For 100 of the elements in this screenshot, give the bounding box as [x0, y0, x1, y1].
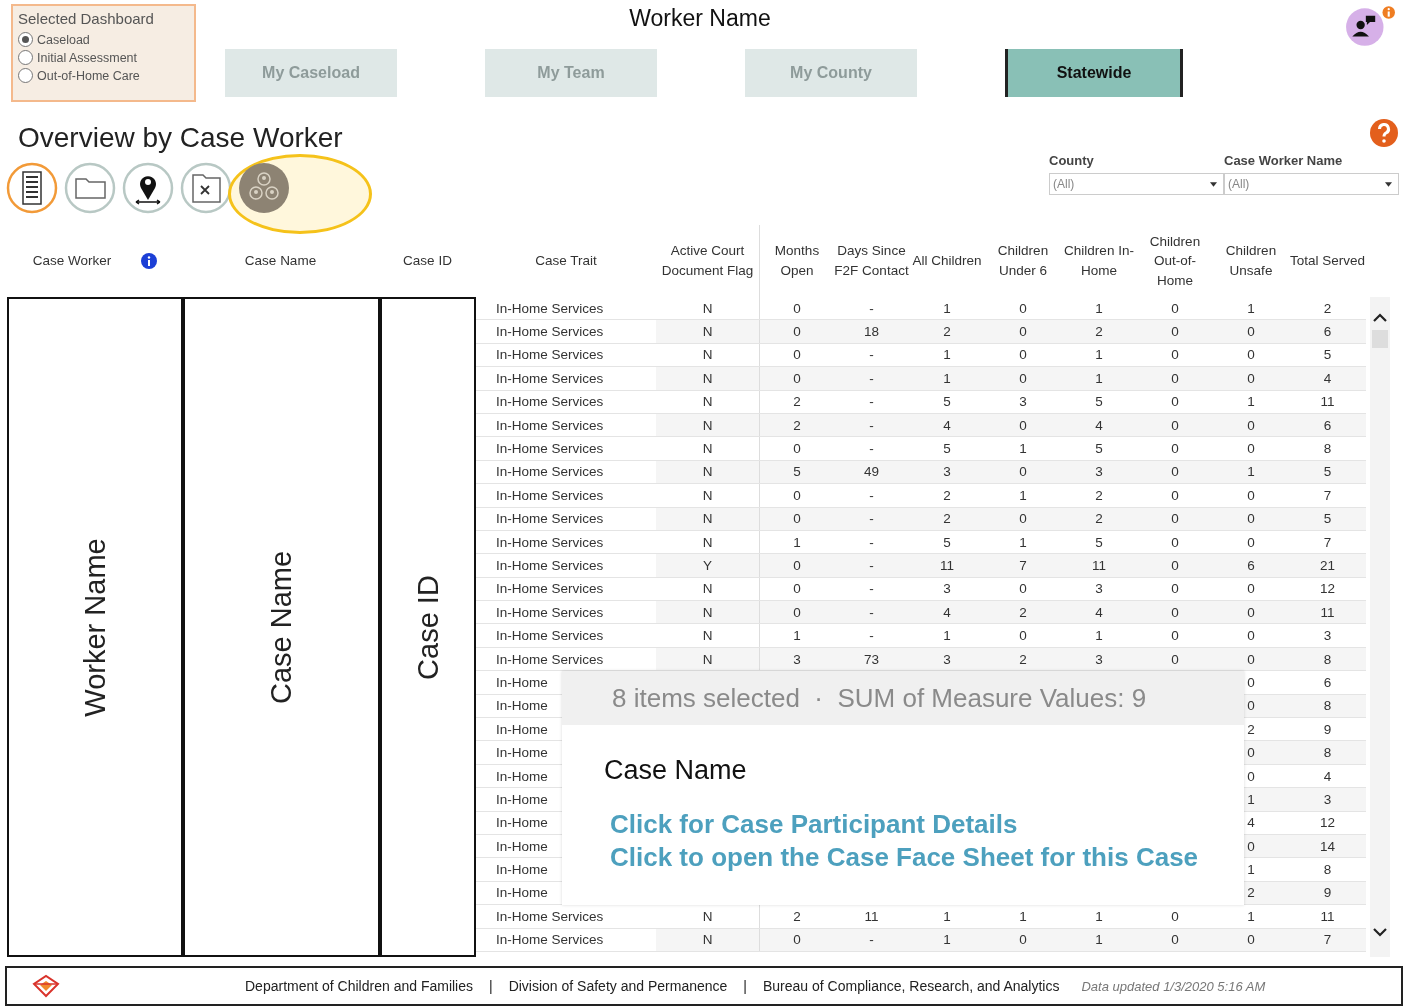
scope-button[interactable]: My Caseload [225, 49, 397, 97]
table-cell: 3 [1095, 581, 1103, 597]
page-title: Overview by Case Worker [18, 122, 344, 155]
column-header: Days Since F2F Contact [834, 242, 909, 280]
scroll-down-icon[interactable] [1373, 928, 1387, 937]
table-cell: 1 [1247, 300, 1255, 316]
table-cell: N [702, 347, 713, 363]
table-cell: 0 [1019, 511, 1027, 527]
table-cell: 0 [1019, 464, 1027, 480]
scope-button[interactable]: My County [745, 49, 917, 97]
radio-button[interactable] [18, 68, 33, 83]
table-cell: 2 [943, 324, 951, 340]
table-cell: In-Home [496, 721, 548, 737]
table-cell: 0 [1171, 370, 1179, 386]
table-cell: 4 [1095, 604, 1103, 620]
table-cell: In-Home Services [496, 464, 604, 480]
table-cell: 0 [1171, 417, 1179, 433]
table-cell: 0 [1247, 534, 1255, 550]
table-cell: - [869, 370, 874, 386]
table-cell: 0 [1171, 300, 1179, 316]
radio-label[interactable]: Out-of-Home Care [37, 68, 140, 83]
table-cell: 0 [1171, 628, 1179, 644]
radio-label[interactable]: Initial Assessment [37, 50, 138, 65]
scope-button[interactable]: My Team [485, 49, 657, 97]
table-cell: N [702, 628, 713, 644]
table-cell: In-Home Services [496, 394, 604, 410]
scope-button[interactable]: Statewide [1005, 49, 1183, 97]
table-cell: 8 [1323, 441, 1332, 457]
merged-cell-text: Case Name [265, 550, 298, 704]
user-chat-icon[interactable] [1344, 4, 1396, 46]
table-cell: 21 [1320, 558, 1335, 573]
table-cell: 6 [1323, 417, 1332, 433]
people-icon[interactable] [238, 162, 290, 214]
table-cell: 0 [1171, 487, 1179, 503]
filter-dropdown[interactable]: (All) [1224, 173, 1399, 195]
table-cell: - [869, 558, 874, 573]
table-cell: 0 [1019, 417, 1027, 433]
scroll-up-icon[interactable] [1373, 313, 1387, 322]
radio-label[interactable]: Caseload [37, 32, 90, 47]
table-cell: 0 [1247, 370, 1255, 386]
table-cell: 2 [793, 394, 801, 410]
table-cell: 0 [793, 441, 801, 457]
table-cell: Y [703, 558, 712, 573]
table-cell: N [702, 464, 713, 480]
table-cell: 5 [1095, 534, 1103, 550]
merged-cell-text: Worker Name [78, 537, 112, 717]
caret-icon [1385, 181, 1392, 187]
table-cell: 0 [1171, 347, 1179, 363]
column-header: Children Under 6 [996, 242, 1050, 280]
table-cell: In-Home Services [496, 604, 604, 620]
table-cell: 1 [1019, 908, 1027, 924]
table-cell: - [869, 394, 874, 410]
table-cell: In-Home Services [496, 581, 604, 597]
table-cell: - [869, 534, 874, 550]
radio-button[interactable] [18, 50, 33, 65]
tooltip-link[interactable]: Click for Case Participant Details [610, 808, 1018, 841]
footer-separator: | [743, 978, 747, 994]
table-cell: 12 [1320, 581, 1335, 597]
table-cell: 6 [1323, 324, 1332, 340]
document-list-icon[interactable] [6, 162, 58, 214]
table-cell: 2 [943, 487, 951, 503]
scrollbar[interactable] [1370, 297, 1390, 957]
map-pin-icon[interactable] [122, 162, 174, 214]
table-cell: 0 [1171, 932, 1179, 948]
table-cell: 0 [1019, 581, 1027, 597]
info-icon[interactable] [141, 253, 158, 269]
column-header: Total Served [1289, 252, 1365, 271]
table-cell: In-Home [496, 698, 548, 714]
worker-name: Worker Name [629, 5, 771, 32]
folder-x-icon[interactable] [180, 162, 232, 214]
table-cell: 9 [1323, 885, 1332, 901]
table-cell: 5 [1095, 394, 1103, 410]
table-cell: 2 [793, 908, 801, 924]
folder-icon[interactable] [64, 162, 116, 214]
table-cell: 0 [1247, 417, 1255, 433]
table-cell: 0 [1171, 441, 1179, 457]
table-cell: 2 [1095, 511, 1103, 527]
table-cell: 0 [1019, 932, 1027, 948]
tooltip-link[interactable]: Click to open the Case Face Sheet for this Case [610, 840, 1199, 873]
table-cell: 0 [1247, 674, 1255, 690]
table-cell: In-Home Services [496, 370, 604, 386]
table-cell: 9 [1323, 721, 1332, 737]
table-cell: 0 [1171, 324, 1179, 340]
table-cell: 5 [1323, 464, 1332, 480]
table-cell: 0 [793, 370, 801, 386]
filter-dropdown[interactable]: (All) [1049, 173, 1224, 195]
table-cell: 8 [1323, 698, 1332, 714]
table-cell: In-Home [496, 768, 548, 784]
table-cell: 1 [793, 534, 801, 550]
table-cell: 11 [1320, 604, 1335, 620]
table-cell: 0 [1247, 347, 1255, 363]
radio-button[interactable] [18, 32, 33, 47]
table-cell: 0 [1247, 511, 1255, 527]
merged-cell-text: Case ID [411, 574, 445, 680]
help-icon[interactable] [1369, 118, 1399, 148]
table-cell: 1 [1247, 394, 1255, 410]
table-cell: 0 [1247, 651, 1255, 667]
table-cell: N [702, 534, 713, 550]
table-cell: 2 [1247, 721, 1255, 737]
table-cell: 0 [1247, 441, 1255, 457]
